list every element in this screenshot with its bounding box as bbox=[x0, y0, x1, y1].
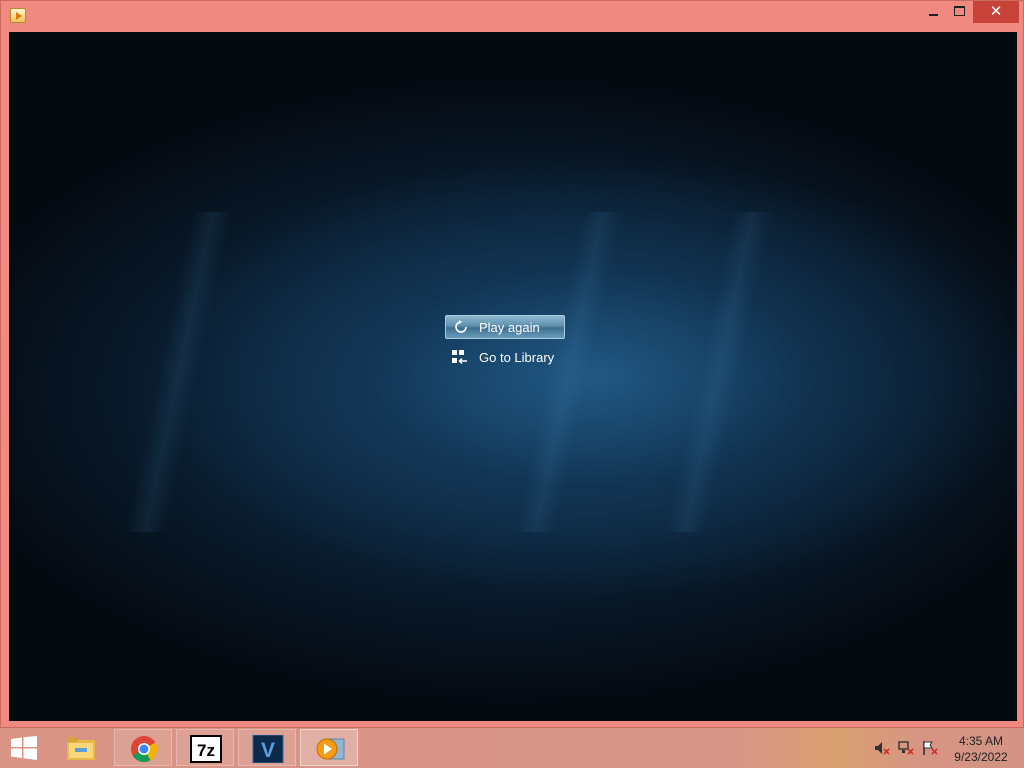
svg-text:V: V bbox=[261, 739, 275, 762]
background-streak bbox=[664, 212, 774, 532]
go-to-library-label: Go to Library bbox=[479, 350, 555, 365]
taskbar: 7z V 4:35 AM 9/23/2022 bbox=[0, 728, 1024, 768]
video-area[interactable] bbox=[9, 32, 1017, 721]
taskbar-7zip[interactable]: 7z bbox=[176, 729, 234, 766]
close-button[interactable]: ✕ bbox=[973, 1, 1019, 23]
taskbar-clock[interactable]: 4:35 AM 9/23/2022 bbox=[948, 733, 1014, 765]
media-player-icon bbox=[316, 738, 345, 760]
volume-muted-icon[interactable] bbox=[874, 740, 890, 756]
play-again-label: Play again bbox=[479, 320, 540, 335]
background-streak bbox=[124, 212, 234, 532]
clock-date: 9/23/2022 bbox=[954, 750, 1008, 764]
taskbar-veracrypt[interactable]: V bbox=[238, 729, 296, 766]
taskbar-file-explorer[interactable] bbox=[52, 729, 110, 766]
chrome-icon bbox=[131, 736, 158, 763]
replay-icon bbox=[455, 320, 467, 333]
background-streak bbox=[514, 212, 624, 532]
folder-icon bbox=[67, 737, 95, 760]
play-again-button[interactable]: Play again bbox=[445, 315, 565, 339]
minimize-button[interactable] bbox=[921, 1, 947, 23]
maximize-button[interactable] bbox=[947, 1, 973, 23]
clock-time: 4:35 AM bbox=[958, 734, 1004, 748]
taskbar-media-player[interactable] bbox=[300, 729, 358, 766]
7zip-icon: 7z bbox=[190, 735, 222, 763]
media-player-app-icon[interactable] bbox=[10, 8, 26, 23]
title-bar[interactable]: ✕ bbox=[1, 1, 1023, 31]
v-icon: V bbox=[252, 735, 284, 763]
svg-text:7z: 7z bbox=[197, 741, 215, 760]
action-center-error-icon[interactable] bbox=[922, 740, 938, 756]
go-to-library-button[interactable]: Go to Library bbox=[445, 346, 575, 368]
taskbar-chrome[interactable] bbox=[114, 729, 172, 766]
media-player-window: ✕ Play again Go to Library bbox=[0, 0, 1024, 728]
windows-start-icon[interactable] bbox=[10, 736, 38, 760]
library-icon bbox=[452, 350, 467, 365]
network-error-icon[interactable] bbox=[898, 740, 914, 756]
